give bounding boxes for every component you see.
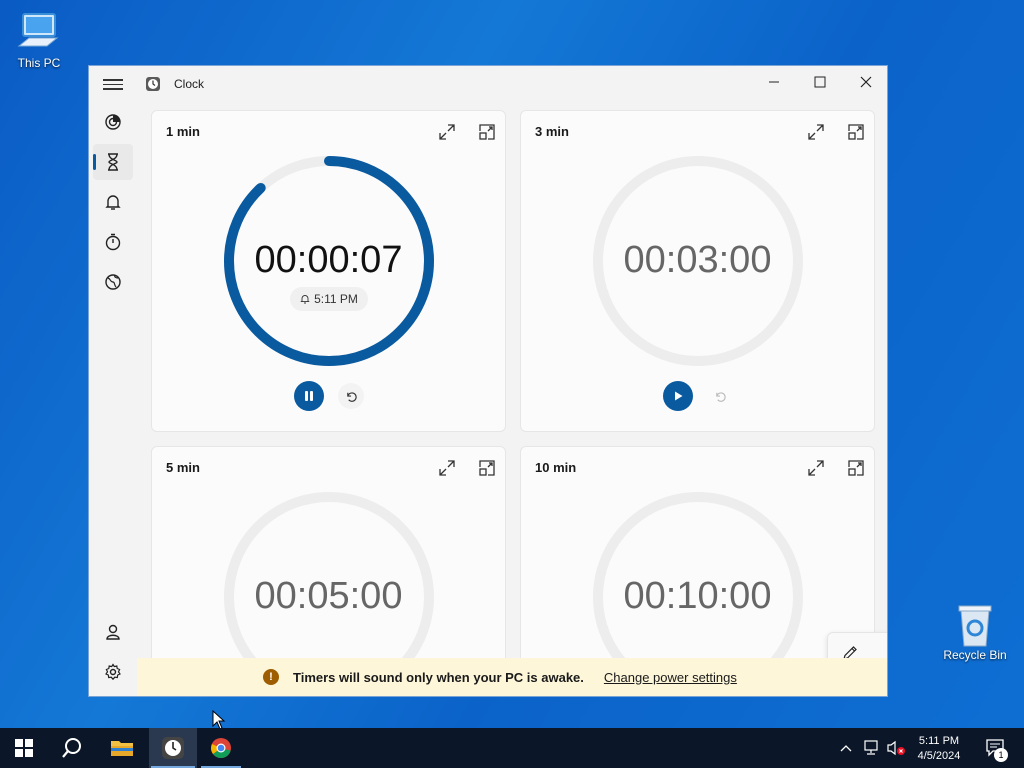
pause-icon	[305, 391, 313, 401]
network-status[interactable]	[860, 728, 882, 768]
reset-icon	[346, 391, 357, 402]
chevron-up-icon	[840, 745, 852, 752]
keep-on-top-icon	[848, 124, 864, 140]
desktop-icon-recycle-bin[interactable]: Recycle Bin	[940, 602, 1010, 662]
chrome-icon	[211, 738, 231, 759]
expand-icon	[808, 124, 824, 140]
action-center-button[interactable]: 1	[978, 728, 1014, 768]
hamburger-menu-icon[interactable]	[103, 76, 123, 92]
minimize-button[interactable]	[751, 66, 797, 98]
windows-logo-icon	[15, 739, 33, 757]
tray-date: 4/5/2024	[917, 749, 961, 762]
power-warning-bar: ! Timers will sound only when your PC is…	[137, 658, 887, 696]
taskbar-file-explorer[interactable]	[98, 728, 146, 768]
taskbar-clock-app[interactable]	[149, 728, 197, 768]
reset-button[interactable]	[707, 383, 733, 409]
computer-icon	[4, 10, 74, 56]
focus-sessions-icon	[105, 114, 121, 130]
taskbar-chrome[interactable]	[199, 728, 243, 768]
window-title: Clock	[174, 77, 205, 91]
clock-window: Clock 1 min 00:00:07 5:11 PM 3 min 00:03…	[88, 65, 888, 697]
taskbar: 5:11 PM 4/5/2024 1	[0, 728, 1024, 768]
network-icon	[864, 740, 878, 755]
show-hidden-icons-button[interactable]	[836, 728, 856, 768]
warning-message: Timers will sound only when your PC is a…	[293, 669, 584, 685]
timer-time: 00:03:00	[623, 239, 772, 281]
keep-on-top-icon	[479, 460, 495, 476]
timer-card[interactable]: 3 min 00:03:00	[520, 110, 875, 432]
timer-title: 5 min	[166, 460, 200, 475]
reset-button[interactable]	[338, 383, 364, 409]
tray-time: 5:11 PM	[918, 734, 960, 747]
timer-grid: 1 min 00:00:07 5:11 PM 3 min 00:03:00 5 …	[137, 102, 887, 696]
search-button[interactable]	[48, 728, 96, 768]
keep-on-top-icon	[479, 124, 495, 140]
expand-icon	[439, 460, 455, 476]
timer-title: 1 min	[166, 124, 200, 139]
person-icon	[106, 624, 120, 640]
keep-on-top-button[interactable]	[845, 121, 867, 143]
bell-icon	[300, 295, 310, 304]
timer-title: 10 min	[535, 460, 577, 475]
notification-count-badge: 1	[994, 748, 1008, 762]
bell-icon	[105, 195, 121, 210]
folder-icon	[111, 741, 133, 756]
warning-icon: !	[263, 669, 279, 685]
hourglass-icon	[108, 153, 118, 171]
stopwatch-icon	[105, 233, 121, 251]
pause-button[interactable]	[294, 381, 324, 411]
nav-alarm[interactable]	[93, 184, 133, 220]
change-power-settings-link[interactable]: Change power settings	[604, 670, 737, 685]
minimize-icon	[769, 81, 779, 83]
keep-on-top-icon	[848, 460, 864, 476]
maximize-icon	[814, 76, 826, 88]
desktop-icon-this-pc[interactable]: This PC	[4, 10, 74, 70]
close-button[interactable]	[843, 66, 887, 98]
nav-focus-sessions[interactable]	[93, 104, 133, 140]
recycle-bin-icon	[940, 602, 1010, 648]
speaker-muted-icon	[887, 740, 905, 756]
timer-title: 3 min	[535, 124, 569, 139]
timer-card[interactable]: 1 min 00:00:07 5:11 PM	[151, 110, 506, 432]
alarm-time-badge: 5:11 PM	[290, 287, 368, 311]
desktop-icon-label: This PC	[17, 56, 61, 70]
expand-button[interactable]	[805, 121, 827, 143]
clock-app-icon	[162, 737, 184, 759]
expand-icon	[439, 124, 455, 140]
search-icon	[62, 738, 81, 758]
timer-time: 00:05:00	[254, 575, 403, 617]
taskbar-clock[interactable]: 5:11 PM 4/5/2024	[912, 728, 966, 768]
nav-stopwatch[interactable]	[93, 224, 133, 260]
close-icon	[860, 76, 872, 88]
timer-time: 00:10:00	[623, 575, 772, 617]
desktop-icon-label: Recycle Bin	[943, 648, 1007, 662]
alarm-time: 5:11 PM	[314, 292, 358, 306]
reset-icon	[715, 391, 726, 402]
gear-icon	[105, 663, 121, 681]
nav-world-clock[interactable]	[93, 264, 133, 300]
play-button[interactable]	[663, 381, 693, 411]
title-bar: Clock	[89, 66, 887, 102]
mouse-cursor-icon	[212, 710, 226, 730]
globe-icon	[105, 274, 121, 290]
keep-on-top-button[interactable]	[476, 457, 498, 479]
side-navigation	[89, 102, 137, 696]
expand-button[interactable]	[436, 121, 458, 143]
keep-on-top-button[interactable]	[845, 457, 867, 479]
nav-account[interactable]	[93, 614, 133, 650]
expand-button[interactable]	[805, 457, 827, 479]
maximize-button[interactable]	[797, 66, 843, 98]
clock-app-icon	[145, 76, 161, 92]
expand-button[interactable]	[436, 457, 458, 479]
keep-on-top-button[interactable]	[476, 121, 498, 143]
timer-time: 00:00:07	[254, 239, 403, 281]
expand-icon	[808, 460, 824, 476]
nav-settings[interactable]	[93, 654, 133, 690]
play-icon	[675, 391, 683, 401]
volume-status[interactable]	[884, 728, 908, 768]
start-button[interactable]	[0, 728, 48, 768]
nav-timer[interactable]	[93, 144, 133, 180]
